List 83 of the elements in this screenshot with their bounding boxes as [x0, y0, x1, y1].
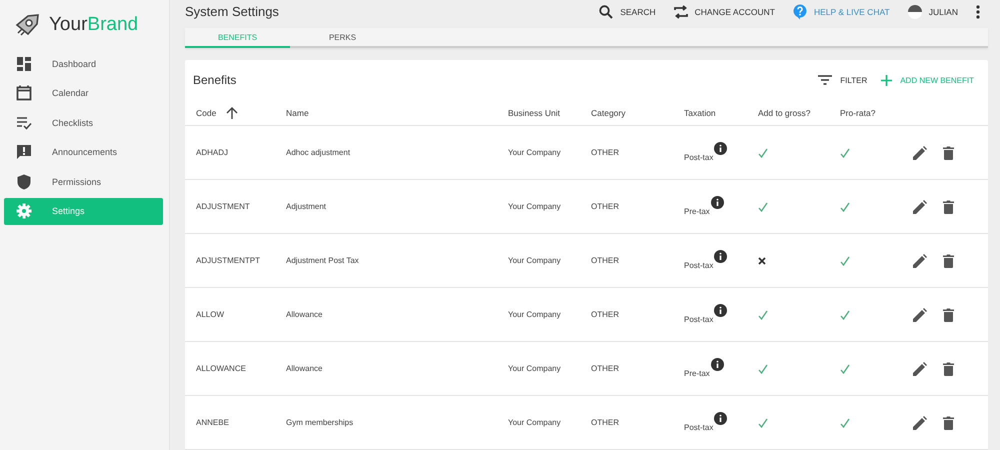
help-bubble-icon	[792, 4, 807, 20]
info-icon[interactable]	[714, 412, 728, 424]
table-cell: Your Company	[508, 256, 561, 265]
brand-name: YourBrand	[49, 14, 138, 36]
plus-icon	[881, 74, 892, 86]
table-cell: Allowance	[286, 364, 322, 373]
info-icon[interactable]	[714, 142, 728, 154]
search-icon	[599, 4, 614, 19]
avatar-icon	[908, 4, 922, 19]
table-cell: Your Company	[508, 202, 561, 211]
message-alert-icon	[16, 144, 32, 160]
table-cell: OTHER	[591, 148, 619, 157]
table-cell: Your Company	[508, 148, 561, 157]
swap-arrows-icon	[674, 4, 688, 19]
sidebar-item[interactable]: Checklists	[4, 109, 163, 136]
table-cell: Adhoc adjustment	[286, 148, 350, 157]
delete-trash-icon[interactable]	[943, 308, 954, 322]
column-header[interactable]: Pro-rata?	[840, 108, 876, 118]
table-cell: ALLOWANCE	[196, 364, 246, 373]
table-cell: ALLOW	[196, 310, 224, 319]
rocket-logo-icon	[14, 13, 42, 37]
sidebar-item[interactable]: Dashboard	[4, 50, 163, 77]
edit-pencil-icon[interactable]	[913, 254, 927, 268]
more-vertical-icon[interactable]	[976, 4, 980, 19]
table-cell: Pre-tax	[684, 368, 710, 378]
delete-trash-icon[interactable]	[943, 416, 954, 430]
shield-icon	[16, 174, 32, 190]
sort-up-arrow-icon[interactable]	[226, 106, 238, 118]
table-cell: OTHER	[591, 364, 619, 373]
sidebar-item[interactable]: Calendar	[4, 80, 163, 107]
delete-trash-icon[interactable]	[943, 200, 954, 214]
table-cell: ADJUSTMENT	[196, 202, 250, 211]
dashboard-icon	[16, 56, 32, 72]
column-header[interactable]: Category	[591, 108, 626, 118]
edit-pencil-icon[interactable]	[913, 146, 927, 160]
column-header[interactable]: Add to gross?	[758, 108, 810, 118]
user-menu-button[interactable]: JULIAN	[908, 4, 958, 19]
column-header[interactable]: Business Unit	[508, 108, 560, 118]
column-header[interactable]: Code	[196, 108, 216, 118]
table-cell: Gym memberships	[286, 418, 354, 427]
delete-trash-icon[interactable]	[943, 362, 954, 376]
edit-pencil-icon[interactable]	[913, 200, 927, 214]
table-cell: OTHER	[591, 202, 619, 211]
table-cell: Pre-tax	[684, 206, 710, 216]
table-cell: Post-tax	[684, 422, 714, 432]
change-account-button[interactable]: CHANGE ACCOUNT	[674, 4, 775, 19]
tab[interactable]: PERKS	[290, 28, 395, 48]
sidebar-item[interactable]: Permissions	[4, 168, 163, 196]
edit-pencil-icon[interactable]	[913, 416, 927, 430]
info-icon[interactable]	[714, 250, 728, 262]
table-cell: Your Company	[508, 418, 561, 427]
checklist-icon	[16, 114, 32, 131]
table-cell: OTHER	[591, 418, 619, 427]
filter-button[interactable]: FILTER	[818, 75, 868, 85]
page-title: System Settings	[185, 4, 279, 20]
table-cell: ADHADJ	[196, 148, 228, 157]
calendar-icon	[16, 85, 32, 102]
card-title: Benefits	[193, 73, 236, 87]
table-cell: Your Company	[508, 364, 561, 373]
column-header[interactable]: Name	[286, 108, 309, 118]
search-button[interactable]: SEARCH	[599, 4, 656, 19]
table-cell: ANNEBE	[196, 418, 229, 427]
sidebar-item[interactable]: Announcements	[4, 138, 163, 166]
table-cell: Post-tax	[684, 314, 714, 324]
table-cell: Allowance	[286, 310, 322, 319]
table-cell: Post-tax	[684, 260, 714, 270]
info-icon[interactable]	[714, 304, 728, 316]
table-cell: Your Company	[508, 310, 561, 319]
info-icon[interactable]	[710, 358, 724, 370]
table-cell: ADJUSTMENTPT	[196, 256, 260, 265]
delete-trash-icon[interactable]	[943, 146, 954, 160]
edit-pencil-icon[interactable]	[913, 308, 927, 322]
delete-trash-icon[interactable]	[943, 254, 954, 268]
table-cell: OTHER	[591, 310, 619, 319]
table-cell: OTHER	[591, 256, 619, 265]
table-cell: Adjustment	[286, 202, 326, 211]
filter-icon	[818, 75, 832, 85]
edit-pencil-icon[interactable]	[913, 362, 927, 376]
gear-icon	[16, 203, 32, 220]
table-cell: Post-tax	[684, 152, 714, 162]
table-cell: Adjustment Post Tax	[286, 256, 359, 265]
info-icon[interactable]	[710, 196, 724, 208]
column-header[interactable]: Taxation	[684, 108, 716, 118]
